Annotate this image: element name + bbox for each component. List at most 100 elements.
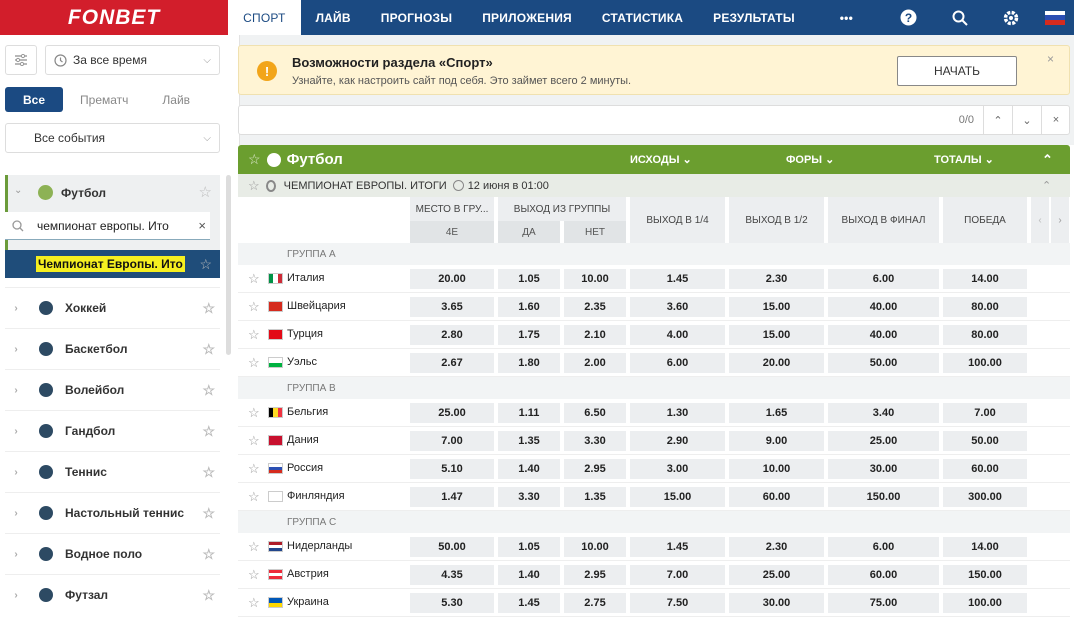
odds-button[interactable]: 1.60 [498, 297, 560, 317]
events-filter-select[interactable]: Все события ⌵ [5, 123, 220, 153]
odds-button[interactable]: 1.35 [498, 431, 560, 451]
odds-button[interactable]: 1.05 [498, 269, 560, 289]
odds-button[interactable]: 6.50 [564, 403, 626, 423]
odds-button[interactable]: 60.00 [729, 487, 824, 507]
odds-button[interactable]: 1.80 [498, 353, 560, 373]
odds-button[interactable]: 3.40 [828, 403, 939, 423]
odds-button[interactable]: 25.00 [828, 431, 939, 451]
odds-button[interactable]: 1.45 [498, 593, 560, 613]
odds-button[interactable]: 2.30 [729, 269, 824, 289]
nav-more-button[interactable]: ••• [810, 0, 883, 35]
gear-icon[interactable] [985, 0, 1036, 35]
nav-sport[interactable]: СПОРТ [228, 0, 301, 35]
star-icon[interactable]: ☆ [248, 567, 260, 583]
odds-button[interactable]: 3.60 [630, 297, 725, 317]
odds-button[interactable]: 1.45 [630, 269, 725, 289]
odds-button[interactable]: 30.00 [828, 459, 939, 479]
odds-button[interactable]: 1.65 [729, 403, 824, 423]
odds-button[interactable]: 3.65 [410, 297, 494, 317]
nav-apps[interactable]: ПРИЛОЖЕНИЯ [467, 0, 587, 35]
odds-button[interactable]: 1.30 [630, 403, 725, 423]
help-icon[interactable]: ? [883, 0, 934, 35]
star-icon[interactable]: ☆ [248, 539, 260, 555]
odds-button[interactable]: 6.00 [630, 353, 725, 373]
odds-button[interactable]: 7.00 [410, 431, 494, 451]
odds-button[interactable]: 2.80 [410, 325, 494, 345]
scroll-left-icon[interactable]: ‹ [1031, 197, 1049, 243]
odds-button[interactable]: 10.00 [564, 269, 626, 289]
odds-button[interactable]: 4.00 [630, 325, 725, 345]
odds-button[interactable]: 100.00 [943, 593, 1027, 613]
star-icon[interactable]: ☆ [248, 151, 261, 168]
filter-settings-button[interactable] [5, 45, 37, 75]
odds-button[interactable]: 4.35 [410, 565, 494, 585]
nav-live[interactable]: ЛАЙВ [301, 0, 366, 35]
tab-live[interactable]: Лайв [145, 87, 207, 112]
odds-button[interactable]: 25.00 [410, 403, 494, 423]
odds-button[interactable]: 1.40 [498, 459, 560, 479]
odds-button[interactable]: 1.75 [498, 325, 560, 345]
odds-button[interactable]: 3.30 [498, 487, 560, 507]
odds-button[interactable]: 2.00 [564, 353, 626, 373]
sidebar-item-table-tennis[interactable]: › Настольный теннис ☆ [5, 492, 220, 533]
odds-button[interactable]: 50.00 [828, 353, 939, 373]
handicap-dropdown[interactable]: ФОРЫ ⌄ [786, 153, 834, 166]
collapse-icon[interactable]: ⌃ [1042, 152, 1053, 168]
odds-button[interactable]: 2.10 [564, 325, 626, 345]
star-icon[interactable]: ☆ [248, 327, 260, 343]
star-icon[interactable]: ☆ [248, 433, 260, 449]
odds-button[interactable]: 7.50 [630, 593, 725, 613]
odds-button[interactable]: 5.30 [410, 593, 494, 613]
odds-button[interactable]: 6.00 [828, 269, 939, 289]
odds-button[interactable]: 40.00 [828, 297, 939, 317]
close-icon[interactable]: × [1041, 106, 1070, 134]
odds-button[interactable]: 1.11 [498, 403, 560, 423]
odds-button[interactable]: 30.00 [729, 593, 824, 613]
star-icon[interactable]: ☆ [202, 300, 215, 317]
star-icon[interactable]: ☆ [202, 382, 215, 399]
odds-button[interactable]: 14.00 [943, 269, 1027, 289]
odds-button[interactable]: 1.35 [564, 487, 626, 507]
sidebar-item-hockey[interactable]: › Хоккей ☆ [5, 287, 220, 328]
odds-button[interactable]: 100.00 [943, 353, 1027, 373]
nav-statistics[interactable]: СТАТИСТИКА [587, 0, 698, 35]
odds-button[interactable]: 20.00 [410, 269, 494, 289]
odds-button[interactable]: 7.00 [630, 565, 725, 585]
odds-button[interactable]: 1.45 [630, 537, 725, 557]
sidebar-item-volleyball[interactable]: › Волейбол ☆ [5, 369, 220, 410]
star-icon[interactable]: ☆ [248, 461, 260, 477]
chevron-down-icon[interactable]: ⌄ [1012, 106, 1041, 134]
start-button[interactable]: НАЧАТЬ [897, 56, 1017, 86]
tab-prematch[interactable]: Прематч [63, 87, 145, 112]
odds-button[interactable]: 2.95 [564, 459, 626, 479]
flag-ru-icon[interactable] [1036, 0, 1074, 35]
time-filter-select[interactable]: За все время ⌵ [45, 45, 220, 75]
odds-button[interactable]: 75.00 [828, 593, 939, 613]
odds-button[interactable]: 3.30 [564, 431, 626, 451]
star-icon[interactable]: ☆ [202, 341, 215, 358]
star-icon[interactable]: ☆ [202, 587, 215, 604]
odds-button[interactable]: 1.05 [498, 537, 560, 557]
odds-button[interactable]: 2.95 [564, 565, 626, 585]
star-icon[interactable]: ☆ [202, 546, 215, 563]
odds-button[interactable]: 15.00 [630, 487, 725, 507]
odds-button[interactable]: 15.00 [729, 297, 824, 317]
odds-button[interactable]: 50.00 [410, 537, 494, 557]
odds-button[interactable]: 6.00 [828, 537, 939, 557]
nav-forecasts[interactable]: ПРОГНОЗЫ [366, 0, 467, 35]
star-icon[interactable]: ☆ [199, 256, 212, 273]
odds-button[interactable]: 60.00 [828, 565, 939, 585]
chevron-up-icon[interactable]: ⌃ [983, 106, 1012, 134]
odds-button[interactable]: 300.00 [943, 487, 1027, 507]
odds-button[interactable]: 25.00 [729, 565, 824, 585]
scroll-right-icon[interactable]: › [1051, 197, 1069, 243]
star-icon[interactable]: ☆ [248, 405, 260, 421]
close-icon[interactable]: × [1047, 52, 1054, 66]
odds-button[interactable]: 2.35 [564, 297, 626, 317]
odds-button[interactable]: 7.00 [943, 403, 1027, 423]
star-icon[interactable]: ☆ [248, 595, 260, 611]
odds-button[interactable]: 3.00 [630, 459, 725, 479]
odds-button[interactable]: 60.00 [943, 459, 1027, 479]
odds-button[interactable]: 9.00 [729, 431, 824, 451]
odds-button[interactable]: 80.00 [943, 297, 1027, 317]
